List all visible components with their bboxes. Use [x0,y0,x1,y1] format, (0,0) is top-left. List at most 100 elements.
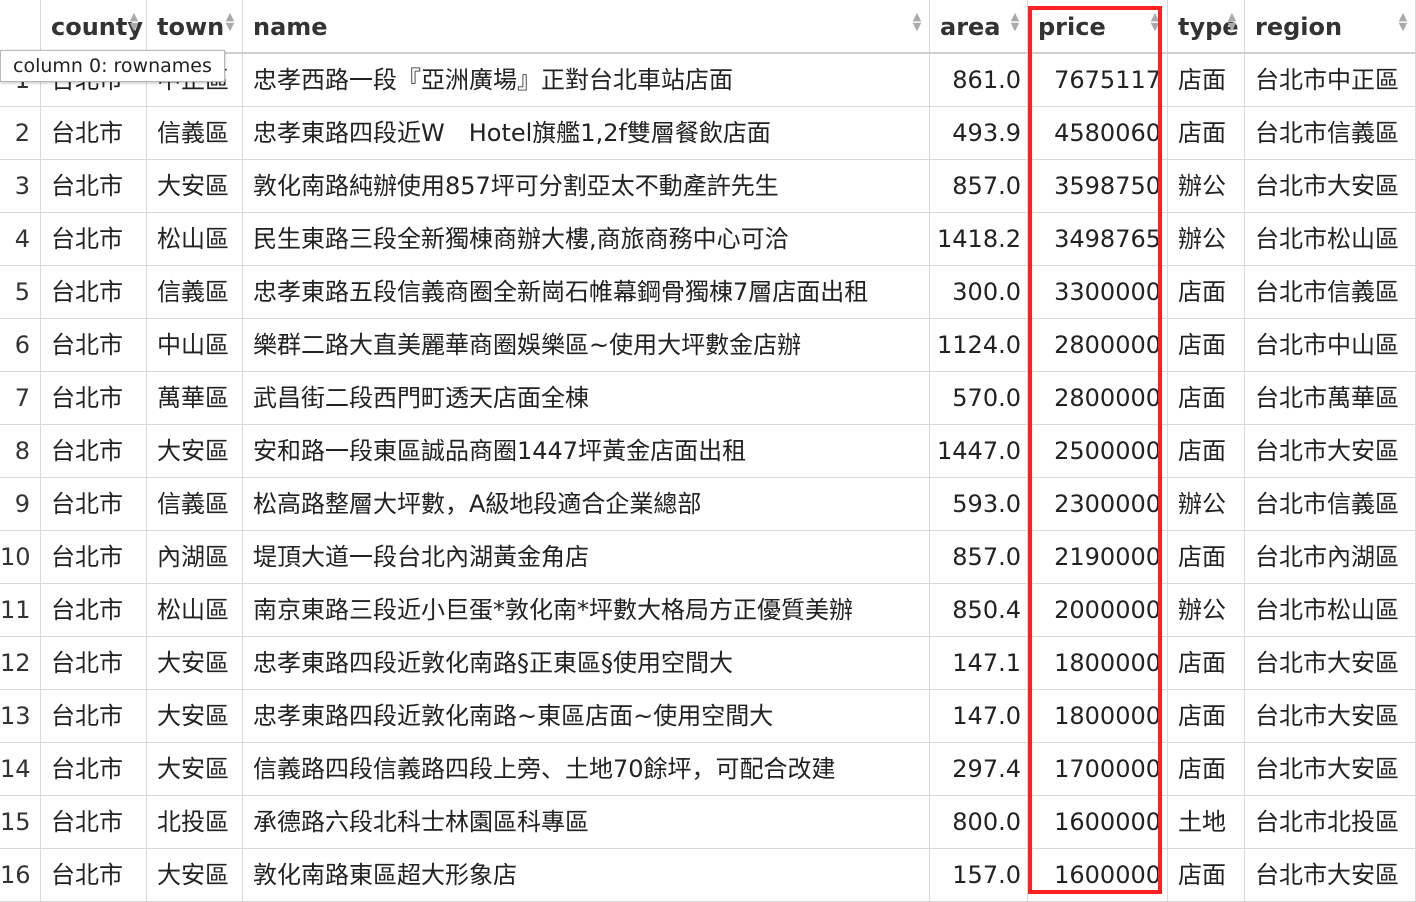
cell-name: 樂群二路大直美麗華商圈娛樂區~使用大坪數金店辦 [243,319,930,372]
cell-area: 1447.0 [930,425,1028,478]
cell-area: 147.0 [930,690,1028,743]
cell-town: 松山區 [147,584,243,637]
cell-county: 台北市 [41,531,147,584]
sort-icon[interactable]: ▲ ▼ [224,11,236,32]
cell-name: 民生東路三段全新獨棟商辦大樓,商旅商務中心可洽 [243,213,930,266]
cell-town: 大安區 [147,743,243,796]
header-price[interactable]: price ▲ ▼ [1028,0,1168,54]
cell-area: 157.0 [930,849,1028,902]
column-tooltip: column 0: rownames [0,50,225,82]
cell-price: 7675117 [1028,54,1168,107]
header-area[interactable]: area ▲ ▼ [930,0,1028,54]
cell-rowname: 6 [0,319,41,372]
cell-county: 台北市 [41,584,147,637]
header-label: area [940,13,1001,41]
cell-town: 中山區 [147,319,243,372]
sort-icon[interactable]: ▲ ▼ [1149,11,1161,32]
header-name[interactable]: name ▲ ▼ [243,0,930,54]
cell-type: 店面 [1168,743,1245,796]
cell-area: 570.0 [930,372,1028,425]
cell-county: 台北市 [41,690,147,743]
sort-icon[interactable]: ▲ ▼ [128,11,140,32]
cell-area: 857.0 [930,531,1028,584]
cell-type: 辦公 [1168,160,1245,213]
cell-area: 593.0 [930,478,1028,531]
cell-county: 台北市 [41,213,147,266]
cell-county: 台北市 [41,160,147,213]
cell-region: 台北市信義區 [1245,266,1416,319]
cell-town: 大安區 [147,849,243,902]
cell-type: 店面 [1168,54,1245,107]
header-label: region [1255,13,1343,41]
header-label: price [1038,13,1106,41]
cell-area: 857.0 [930,160,1028,213]
sort-icon[interactable]: ▲ ▼ [1397,11,1409,32]
cell-name: 忠孝東路四段近W Hotel旗艦1,2f雙層餐飲店面 [243,107,930,160]
header-region[interactable]: region ▲ ▼ [1245,0,1416,54]
cell-name: 忠孝東路四段近敦化南路§正東區§使用空間大 [243,637,930,690]
cell-town: 松山區 [147,213,243,266]
data-table: county ▲ ▼ town ▲ ▼ name ▲ ▼ area ▲ ▼ price ▲ ▼ type ▲ ▼ r… [0,0,1416,902]
cell-price: 1800000 [1028,690,1168,743]
cell-name: 承德路六段北科士林園區科專區 [243,796,930,849]
header-county[interactable]: county ▲ ▼ [41,0,147,54]
cell-price: 3598750 [1028,160,1168,213]
cell-type: 店面 [1168,531,1245,584]
cell-rowname: 2 [0,107,41,160]
cell-town: 北投區 [147,796,243,849]
cell-town: 信義區 [147,266,243,319]
cell-region: 台北市信義區 [1245,478,1416,531]
cell-name: 信義路四段信義路四段上旁、土地70餘坪，可配合改建 [243,743,930,796]
cell-county: 台北市 [41,266,147,319]
cell-rowname: 12 [0,637,41,690]
cell-type: 土地 [1168,796,1245,849]
cell-town: 大安區 [147,690,243,743]
cell-type: 辦公 [1168,478,1245,531]
cell-rowname: 8 [0,425,41,478]
cell-rowname: 15 [0,796,41,849]
cell-rowname: 14 [0,743,41,796]
cell-area: 300.0 [930,266,1028,319]
cell-rowname: 10 [0,531,41,584]
cell-region: 台北市松山區 [1245,584,1416,637]
sort-icon[interactable]: ▲ ▼ [911,11,923,32]
cell-area: 1124.0 [930,319,1028,372]
cell-region: 台北市松山區 [1245,213,1416,266]
cell-rowname: 9 [0,478,41,531]
cell-type: 店面 [1168,637,1245,690]
cell-type: 店面 [1168,425,1245,478]
cell-area: 1418.2 [930,213,1028,266]
cell-county: 台北市 [41,849,147,902]
header-label: town [157,13,225,41]
cell-rowname: 11 [0,584,41,637]
cell-price: 1600000 [1028,796,1168,849]
cell-area: 147.1 [930,637,1028,690]
cell-rowname: 5 [0,266,41,319]
cell-price: 2800000 [1028,319,1168,372]
cell-name: 松高路整層大坪數，A級地段適合企業總部 [243,478,930,531]
cell-region: 台北市信義區 [1245,107,1416,160]
sort-icon[interactable]: ▲ ▼ [1009,11,1021,32]
cell-type: 店面 [1168,266,1245,319]
cell-type: 店面 [1168,107,1245,160]
cell-area: 861.0 [930,54,1028,107]
cell-region: 台北市大安區 [1245,743,1416,796]
cell-name: 敦化南路純辦使用857坪可分割亞太不動產許先生 [243,160,930,213]
header-town[interactable]: town ▲ ▼ [147,0,243,54]
cell-name: 武昌街二段西門町透天店面全棟 [243,372,930,425]
cell-name: 敦化南路東區超大形象店 [243,849,930,902]
cell-town: 大安區 [147,425,243,478]
cell-rowname: 16 [0,849,41,902]
cell-area: 493.9 [930,107,1028,160]
cell-region: 台北市中山區 [1245,319,1416,372]
header-type[interactable]: type ▲ ▼ [1168,0,1245,54]
cell-town: 萬華區 [147,372,243,425]
cell-rowname: 13 [0,690,41,743]
cell-name: 忠孝東路四段近敦化南路~東區店面~使用空間大 [243,690,930,743]
cell-name: 安和路一段東區誠品商圈1447坪黃金店面出租 [243,425,930,478]
cell-area: 800.0 [930,796,1028,849]
cell-type: 店面 [1168,849,1245,902]
cell-name: 忠孝東路五段信義商圈全新崗石帷幕鋼骨獨棟7層店面出租 [243,266,930,319]
sort-icon[interactable]: ▲ ▼ [1226,11,1238,32]
cell-region: 台北市中正區 [1245,54,1416,107]
